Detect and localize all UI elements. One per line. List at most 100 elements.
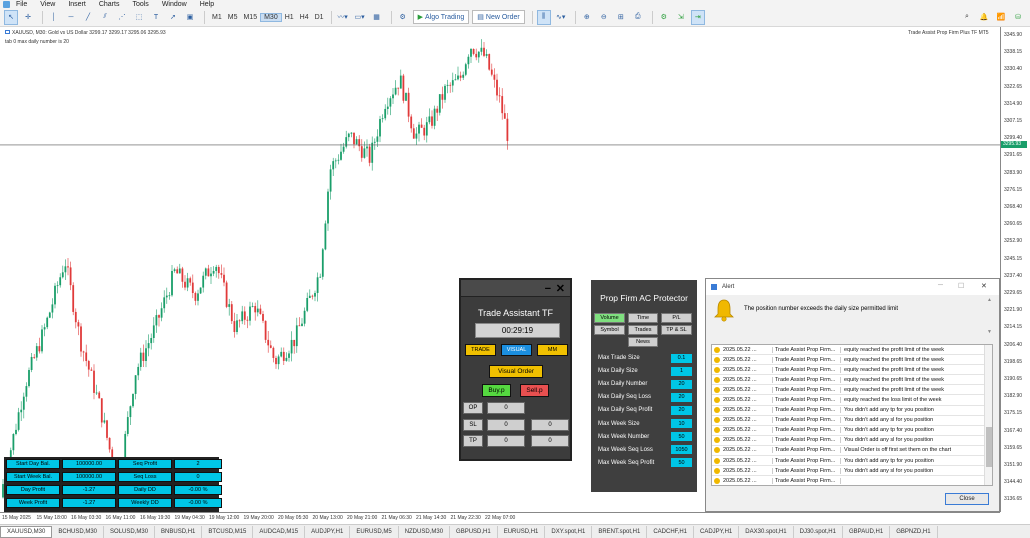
horizontal-line-icon[interactable]: ─ [64, 10, 78, 25]
new-order-button[interactable]: ▤ New Order [472, 10, 525, 24]
tf-m30[interactable]: M30 [260, 12, 282, 22]
menu-tools[interactable]: Tools [132, 1, 148, 8]
minimize-icon[interactable]: ─ [938, 282, 943, 289]
alert-row[interactable]: 2025.05.22 ... Trade Assist Prop Firm... e… [712, 375, 992, 386]
tab-time[interactable]: Time [628, 313, 658, 323]
frame-icon[interactable]: ▣ [183, 10, 197, 25]
alert-row[interactable]: 2025.05.22 ... Trade Assist Prop Firm... [712, 476, 992, 485]
chart-tab[interactable]: DJ30.spot,H1 [794, 525, 843, 538]
alert-row[interactable]: 2025.05.22 ... Trade Assist Prop Firm... Y… [712, 466, 992, 477]
alert-row[interactable]: 2025.05.22 ... Trade Assist Prop Firm... V… [712, 446, 992, 457]
chart-type-icon[interactable]: 〰▾ [336, 10, 350, 25]
tf-m5[interactable]: M5 [225, 14, 241, 21]
vertical-line-icon[interactable]: │ [47, 10, 61, 25]
algo-trading-button[interactable]: ▶ Algo Trading [412, 10, 470, 24]
tp-input-1[interactable]: 0 [487, 435, 525, 447]
line-chart-icon[interactable]: ∿▾ [554, 10, 568, 25]
crosshair-icon[interactable]: ✛ [21, 10, 35, 25]
tab-trades[interactable]: Trades [628, 325, 658, 335]
search-icon[interactable]: ⌕ [960, 10, 974, 25]
op-input[interactable]: 0 [487, 402, 525, 414]
tf-m15[interactable]: M15 [240, 14, 260, 21]
scrollbar-thumb[interactable] [986, 427, 992, 467]
menu-charts[interactable]: Charts [99, 1, 120, 8]
cursor-icon[interactable]: ↖ [4, 9, 18, 25]
alert-row[interactable]: 2025.05.22 ... Trade Assist Prop Firm... e… [712, 345, 992, 356]
algo-icon[interactable]: ⚙ [396, 10, 410, 25]
notifications-icon[interactable]: 🔔 [977, 10, 991, 25]
alert-list-scrollbar[interactable] [984, 345, 992, 485]
chart-tab[interactable]: DXY.spot,H1 [545, 525, 593, 538]
tab-volume[interactable]: Volume [594, 313, 625, 323]
protector-row-input[interactable]: 20 [671, 392, 692, 402]
menu-view[interactable]: View [40, 1, 55, 8]
tab-symbol[interactable]: Symbol [594, 325, 625, 335]
menu-help[interactable]: Help [200, 1, 214, 8]
bars-icon[interactable]: ⫼ [536, 9, 551, 25]
chart-tab[interactable]: GBPUSD,H1 [450, 525, 498, 538]
protector-row-input[interactable]: 20 [671, 379, 692, 389]
scroll-icon[interactable]: ⇲ [674, 10, 688, 25]
protector-row-input[interactable]: 20 [671, 405, 692, 415]
alert-close-button[interactable]: Close [945, 493, 989, 505]
zoom-out-icon[interactable]: ⊖ [597, 10, 611, 25]
chart-tab[interactable]: AUDJPY,H1 [305, 525, 351, 538]
chart-tab[interactable]: BRENT.spot,H1 [592, 525, 648, 538]
tab-news[interactable]: News [628, 337, 658, 347]
chart-tab[interactable]: AUDCAD,M15 [253, 525, 306, 538]
alert-row[interactable]: 2025.05.22 ... Trade Assist Prop Firm... e… [712, 365, 992, 376]
fibo-icon[interactable]: ⋰ [115, 10, 129, 25]
tf-h1[interactable]: H1 [282, 14, 297, 21]
sell-button[interactable]: Sell.p [520, 384, 549, 397]
tab-tp-sl[interactable]: TP & SL [661, 325, 692, 335]
chart-tab[interactable]: CADCHF,H1 [647, 525, 695, 538]
visual-button[interactable]: VISUAL [501, 344, 532, 356]
chart-tab[interactable]: SOLUSD,M30 [104, 525, 156, 538]
account-icon[interactable]: ⛁ [1011, 10, 1025, 25]
tf-d1[interactable]: D1 [312, 14, 327, 21]
trendline-icon[interactable]: ╱ [81, 10, 95, 25]
alert-row[interactable]: 2025.05.22 ... Trade Assist Prop Firm... Y… [712, 406, 992, 416]
autoscroll-icon[interactable]: ⇥ [690, 9, 705, 25]
chart-tab[interactable]: GBPAUD,H1 [843, 525, 891, 538]
menu-file[interactable]: File [16, 1, 27, 8]
signal-icon[interactable]: 📶 [994, 10, 1008, 25]
tab-pl[interactable]: P/L [661, 313, 692, 323]
maximize-icon[interactable]: ☐ [958, 282, 964, 290]
arrow-icon[interactable]: ➚ [166, 10, 180, 25]
chart-tab[interactable]: EURUSD,H1 [498, 525, 546, 538]
settings-icon[interactable]: ⚙ [657, 10, 671, 25]
template-icon[interactable]: ▭▾ [353, 10, 367, 25]
alert-row[interactable]: 2025.05.22 ... Trade Assist Prop Firm... e… [712, 395, 992, 406]
close-icon[interactable]: ✕ [556, 282, 565, 295]
chart-tab[interactable]: XAUUSD,M30 [0, 525, 53, 538]
chart-tab[interactable]: NZDUSD,M30 [399, 525, 451, 538]
protector-row-input[interactable]: 1050 [671, 445, 692, 455]
alert-row[interactable]: 2025.05.22 ... Trade Assist Prop Firm... Y… [712, 436, 992, 446]
chart-tab[interactable]: BCHUSD,M30 [52, 525, 105, 538]
zoom-in-icon[interactable]: ⊕ [580, 10, 594, 25]
chart-tab[interactable]: BNBUSD,H1 [155, 525, 203, 538]
message-scrollbar[interactable]: ▲ ▼ [987, 297, 995, 339]
protector-row-input[interactable]: 0.1 [671, 353, 692, 363]
protector-row-input[interactable]: 10 [671, 419, 692, 428]
tp-input-2[interactable]: 0 [531, 435, 569, 447]
text-icon[interactable]: T [149, 10, 163, 25]
grid-icon[interactable]: ⊞ [614, 10, 628, 25]
alert-row[interactable]: 2025.05.22 ... Trade Assist Prop Firm... Y… [712, 426, 992, 436]
protector-row-input[interactable]: 50 [671, 432, 692, 442]
shapes-icon[interactable]: ⬚ [132, 10, 146, 25]
buy-button[interactable]: Buy.p [482, 384, 511, 397]
screenshot-icon[interactable]: ⎙ [631, 10, 645, 25]
chart-tab[interactable]: EURUSD,M5 [350, 525, 399, 538]
protector-row-input[interactable]: 1 [671, 366, 692, 376]
sl-input-2[interactable]: 0 [531, 419, 569, 431]
alert-row[interactable]: 2025.05.22 ... Trade Assist Prop Firm... e… [712, 385, 992, 396]
alert-row[interactable]: 2025.05.22 ... Trade Assist Prop Firm... Y… [712, 416, 992, 426]
sl-input-1[interactable]: 0 [487, 419, 525, 431]
chart-tab[interactable]: GBPNZD,H1 [890, 525, 938, 538]
alert-row[interactable]: 2025.05.22 ... Trade Assist Prop Firm... e… [712, 355, 992, 366]
chart-tab[interactable]: CADJPY,H1 [694, 525, 740, 538]
close-icon[interactable]: ✕ [981, 282, 987, 290]
indicators-icon[interactable]: ▦ [370, 10, 384, 25]
